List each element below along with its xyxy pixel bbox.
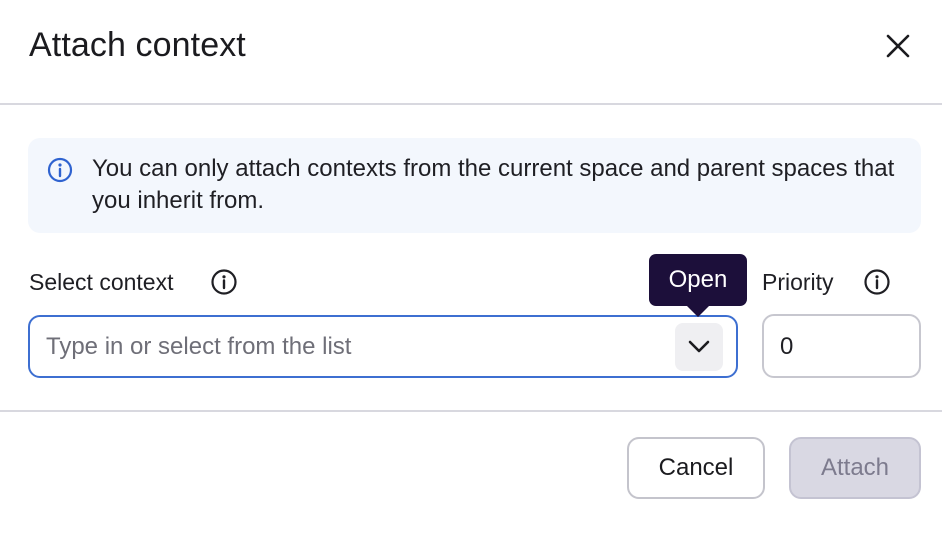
- open-list-button[interactable]: [675, 323, 723, 371]
- attach-context-dialog: Attach context You can only attach conte…: [0, 0, 942, 542]
- close-icon: [886, 34, 910, 58]
- chevron-down-icon: [688, 340, 710, 353]
- attach-button[interactable]: Attach: [789, 437, 921, 499]
- callout-text: You can only attach contexts from the cu…: [92, 155, 895, 214]
- priority-field[interactable]: [762, 314, 921, 378]
- select-context-label: Select context: [29, 269, 174, 295]
- footer-divider: [0, 410, 942, 412]
- header-divider: [0, 103, 942, 105]
- close-button[interactable]: [878, 26, 918, 66]
- info-icon[interactable]: [210, 268, 238, 296]
- open-tooltip: Open: [649, 254, 747, 306]
- info-icon[interactable]: [863, 268, 891, 296]
- info-icon: [47, 157, 73, 183]
- info-callout: You can only attach contexts from the cu…: [28, 138, 921, 233]
- dialog-header: Attach context: [0, 0, 942, 104]
- priority-label: Priority: [762, 269, 834, 295]
- priority-input[interactable]: [780, 330, 905, 364]
- context-select[interactable]: [28, 315, 738, 378]
- tooltip-arrow: [686, 305, 710, 317]
- context-search-input[interactable]: [46, 331, 656, 363]
- cancel-button[interactable]: Cancel: [627, 437, 765, 499]
- dialog-title: Attach context: [29, 26, 246, 64]
